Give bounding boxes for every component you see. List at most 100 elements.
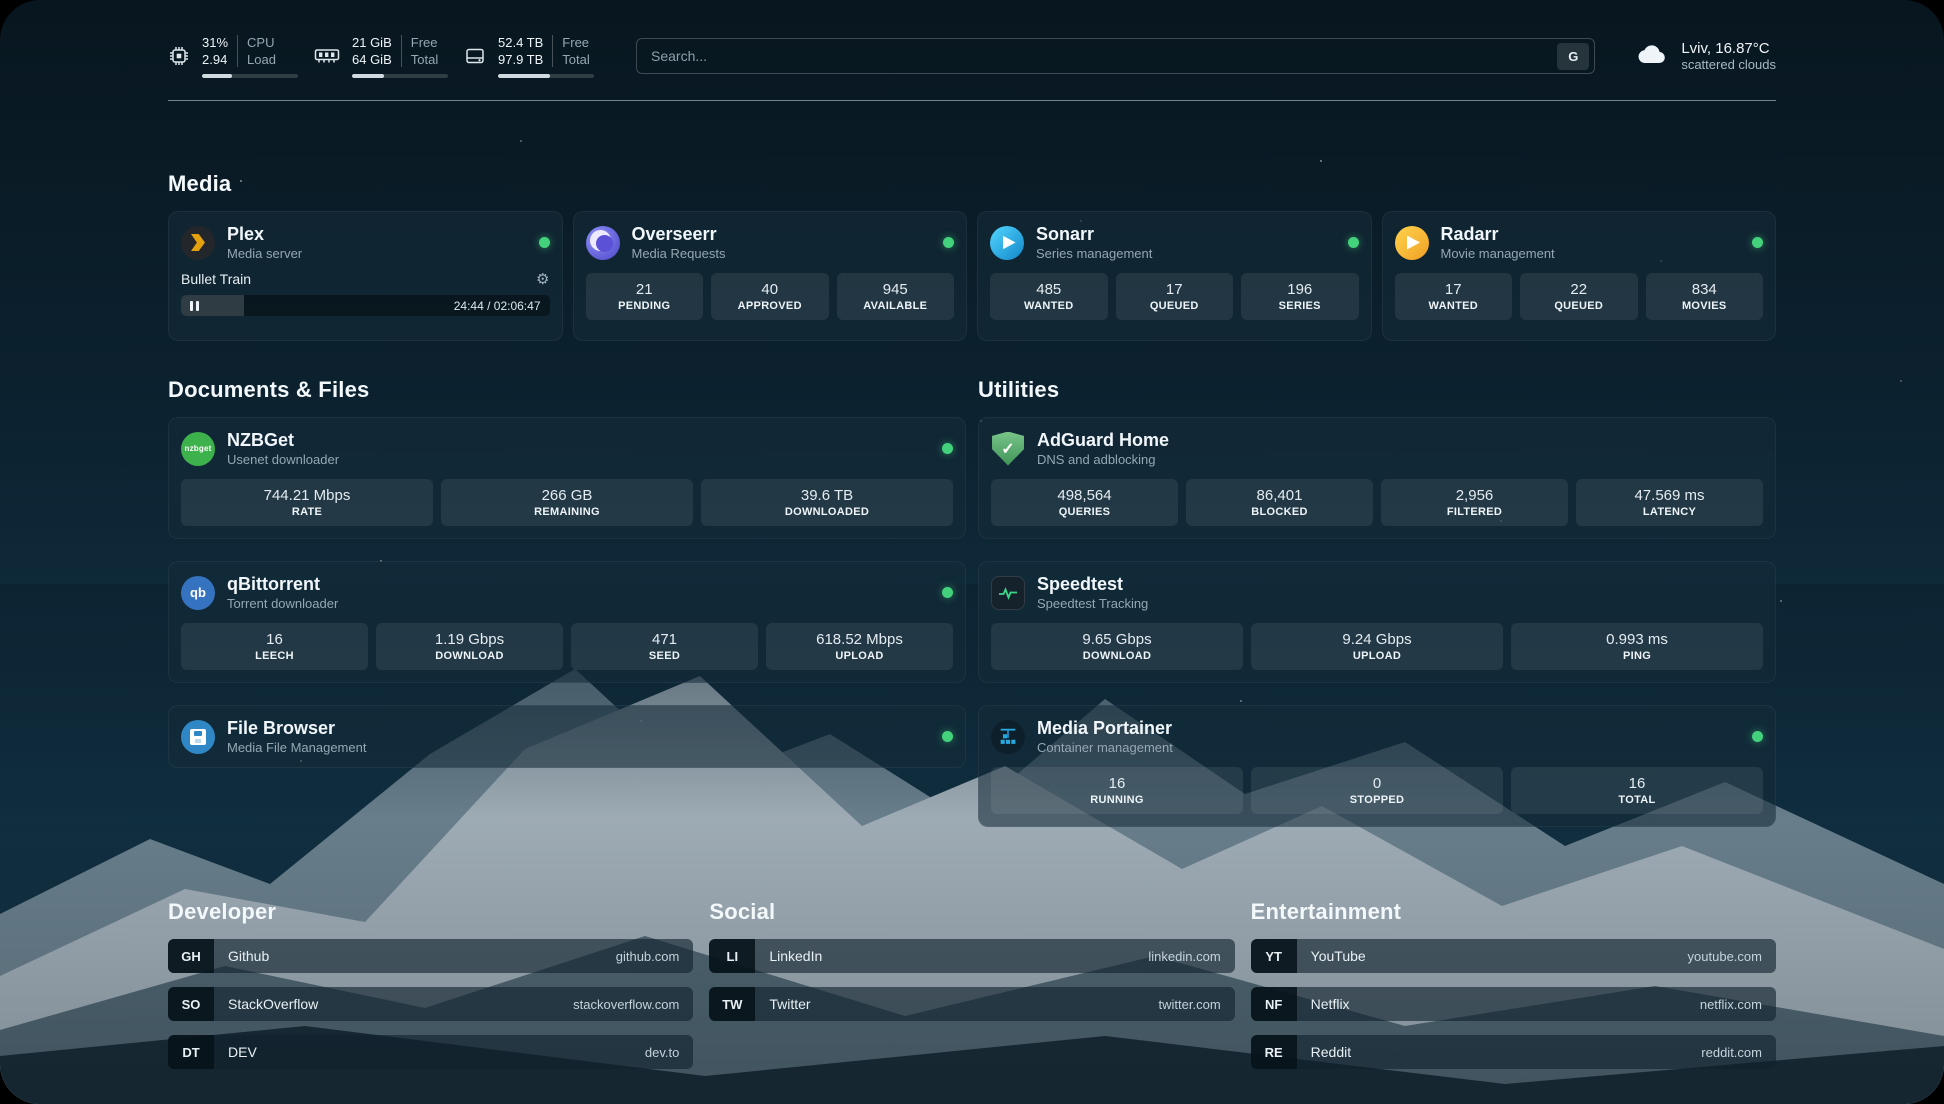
stat-label: FILTERED xyxy=(1383,506,1566,518)
card-nzbget[interactable]: nzbget NZBGet Usenet downloader 744.21 M… xyxy=(168,417,966,539)
card-portainer[interactable]: Media Portainer Container management 16 … xyxy=(978,705,1776,827)
app-subtitle: Media File Management xyxy=(227,740,366,755)
card-adguard[interactable]: AdGuard Home DNS and adblocking 498,564 … xyxy=(978,417,1776,539)
stat-movies: 834 MOVIES xyxy=(1646,273,1764,320)
card-sonarr[interactable]: Sonarr Series management 485 WANTED 17 Q… xyxy=(977,211,1372,341)
stat-value: 47.569 ms xyxy=(1578,487,1761,504)
playback-time: 24:44 / 02:06:47 xyxy=(454,299,541,313)
stat-value: 0.993 ms xyxy=(1513,631,1761,648)
stat-value: 86,401 xyxy=(1188,487,1371,504)
search-input[interactable] xyxy=(637,39,1557,73)
app-subtitle: Speedtest Tracking xyxy=(1037,596,1148,611)
stat-upload: 9.24 Gbps UPLOAD xyxy=(1251,623,1503,670)
storage-widget: 52.4 TB 97.9 TB Free Total xyxy=(464,34,594,78)
stat-label: LATENCY xyxy=(1578,506,1761,518)
app-name: Speedtest xyxy=(1037,574,1148,594)
stat-value: 196 xyxy=(1243,281,1357,298)
bookmark-url: linkedin.com xyxy=(1148,949,1220,964)
stat-label: DOWNLOAD xyxy=(993,650,1241,662)
stat-total: 16 TOTAL xyxy=(1511,767,1763,814)
stat-seed: 471 SEED xyxy=(571,623,758,670)
media-section-title: Media xyxy=(168,171,1776,197)
app-subtitle: Movie management xyxy=(1441,246,1555,261)
app-name: Sonarr xyxy=(1036,224,1152,244)
divider xyxy=(401,35,402,67)
app-subtitle: Media Requests xyxy=(632,246,726,261)
stat-label: REMAINING xyxy=(443,506,691,518)
disk-free-value: 52.4 TB xyxy=(498,34,543,51)
stat-value: 16 xyxy=(1513,775,1761,792)
cpu-usage-bar xyxy=(202,74,298,78)
stat-ping: 0.993 ms PING xyxy=(1511,623,1763,670)
stat-wanted: 17 WANTED xyxy=(1395,273,1513,320)
stat-value: 40 xyxy=(713,281,827,298)
bookmark-dev[interactable]: DT DEV dev.to xyxy=(168,1035,693,1069)
status-dot xyxy=(942,587,953,598)
app-subtitle: DNS and adblocking xyxy=(1037,452,1169,467)
bookmark-name: StackOverflow xyxy=(228,996,318,1012)
bookmark-netflix[interactable]: NF Netflix netflix.com xyxy=(1251,987,1776,1021)
developer-section-title: Developer xyxy=(168,899,693,925)
card-filebrowser[interactable]: File Browser Media File Management xyxy=(168,705,966,768)
stat-upload: 618.52 Mbps UPLOAD xyxy=(766,623,953,670)
bookmark-twitter[interactable]: TW Twitter twitter.com xyxy=(709,987,1234,1021)
bookmark-name: YouTube xyxy=(1311,948,1366,964)
stat-value: 834 xyxy=(1648,281,1762,298)
bookmark-name: Twitter xyxy=(769,996,810,1012)
search-bar: G xyxy=(636,38,1595,74)
disk-free-label: Free xyxy=(562,34,589,51)
stat-value: 17 xyxy=(1397,281,1511,298)
bookmark-url: dev.to xyxy=(645,1045,679,1060)
bookmark-reddit[interactable]: RE Reddit reddit.com xyxy=(1251,1035,1776,1069)
app-name: Radarr xyxy=(1441,224,1555,244)
stat-stopped: 0 STOPPED xyxy=(1251,767,1503,814)
card-speedtest[interactable]: Speedtest Speedtest Tracking 9.65 Gbps D… xyxy=(978,561,1776,683)
top-bar: 31% 2.94 CPU Load xyxy=(168,0,1776,78)
ram-usage-bar xyxy=(352,74,448,78)
app-name: NZBGet xyxy=(227,430,339,450)
status-dot xyxy=(1752,731,1763,742)
card-plex[interactable]: Plex Media server Bullet Train ⚙ 24:44 /… xyxy=(168,211,563,341)
stat-downloaded: 39.6 TB DOWNLOADED xyxy=(701,479,953,526)
pause-icon[interactable] xyxy=(190,301,199,311)
disk-total-label: Total xyxy=(562,51,589,68)
card-qbittorrent[interactable]: qb qBittorrent Torrent downloader 16 LEE… xyxy=(168,561,966,683)
stat-value: 485 xyxy=(992,281,1106,298)
bookmark-stackoverflow[interactable]: SO StackOverflow stackoverflow.com xyxy=(168,987,693,1021)
bookmark-abbr: NF xyxy=(1251,987,1297,1021)
entertainment-section-title: Entertainment xyxy=(1251,899,1776,925)
memory-icon xyxy=(314,47,340,65)
bookmark-group-entertainment: Entertainment YT YouTube youtube.com NF … xyxy=(1251,899,1776,1069)
stat-label: TOTAL xyxy=(1513,794,1761,806)
bookmark-github[interactable]: GH Github github.com xyxy=(168,939,693,973)
stat-value: 471 xyxy=(573,631,756,648)
stat-label: UPLOAD xyxy=(1253,650,1501,662)
stat-download: 9.65 Gbps DOWNLOAD xyxy=(991,623,1243,670)
stat-filtered: 2,956 FILTERED xyxy=(1381,479,1568,526)
status-dot xyxy=(1348,237,1359,248)
player-progress-bar[interactable]: 24:44 / 02:06:47 xyxy=(181,295,550,316)
app-subtitle: Media server xyxy=(227,246,302,261)
bookmark-youtube[interactable]: YT YouTube youtube.com xyxy=(1251,939,1776,973)
app-name: qBittorrent xyxy=(227,574,338,594)
status-dot xyxy=(943,237,954,248)
stat-label: QUEUED xyxy=(1118,300,1232,312)
bookmark-url: twitter.com xyxy=(1159,997,1221,1012)
bookmark-linkedin[interactable]: LI LinkedIn linkedin.com xyxy=(709,939,1234,973)
gear-icon[interactable]: ⚙ xyxy=(536,272,549,287)
card-overseerr[interactable]: Overseerr Media Requests 21 PENDING 40 A… xyxy=(573,211,968,341)
utilities-section-title: Utilities xyxy=(978,377,1776,403)
plex-icon xyxy=(181,226,215,260)
stat-value: 744.21 Mbps xyxy=(183,487,431,504)
search-engine-button[interactable]: G xyxy=(1557,43,1589,70)
stat-rate: 744.21 Mbps RATE xyxy=(181,479,433,526)
stat-value: 2,956 xyxy=(1383,487,1566,504)
cpu-widget: 31% 2.94 CPU Load xyxy=(168,34,298,78)
weather-condition: scattered clouds xyxy=(1681,57,1776,72)
documents-section-title: Documents & Files xyxy=(168,377,966,403)
stat-value: 498,564 xyxy=(993,487,1176,504)
stat-label: SEED xyxy=(573,650,756,662)
card-radarr[interactable]: Radarr Movie management 17 WANTED 22 QUE… xyxy=(1382,211,1777,341)
header-divider xyxy=(168,100,1776,101)
stat-label: AVAILABLE xyxy=(839,300,953,312)
